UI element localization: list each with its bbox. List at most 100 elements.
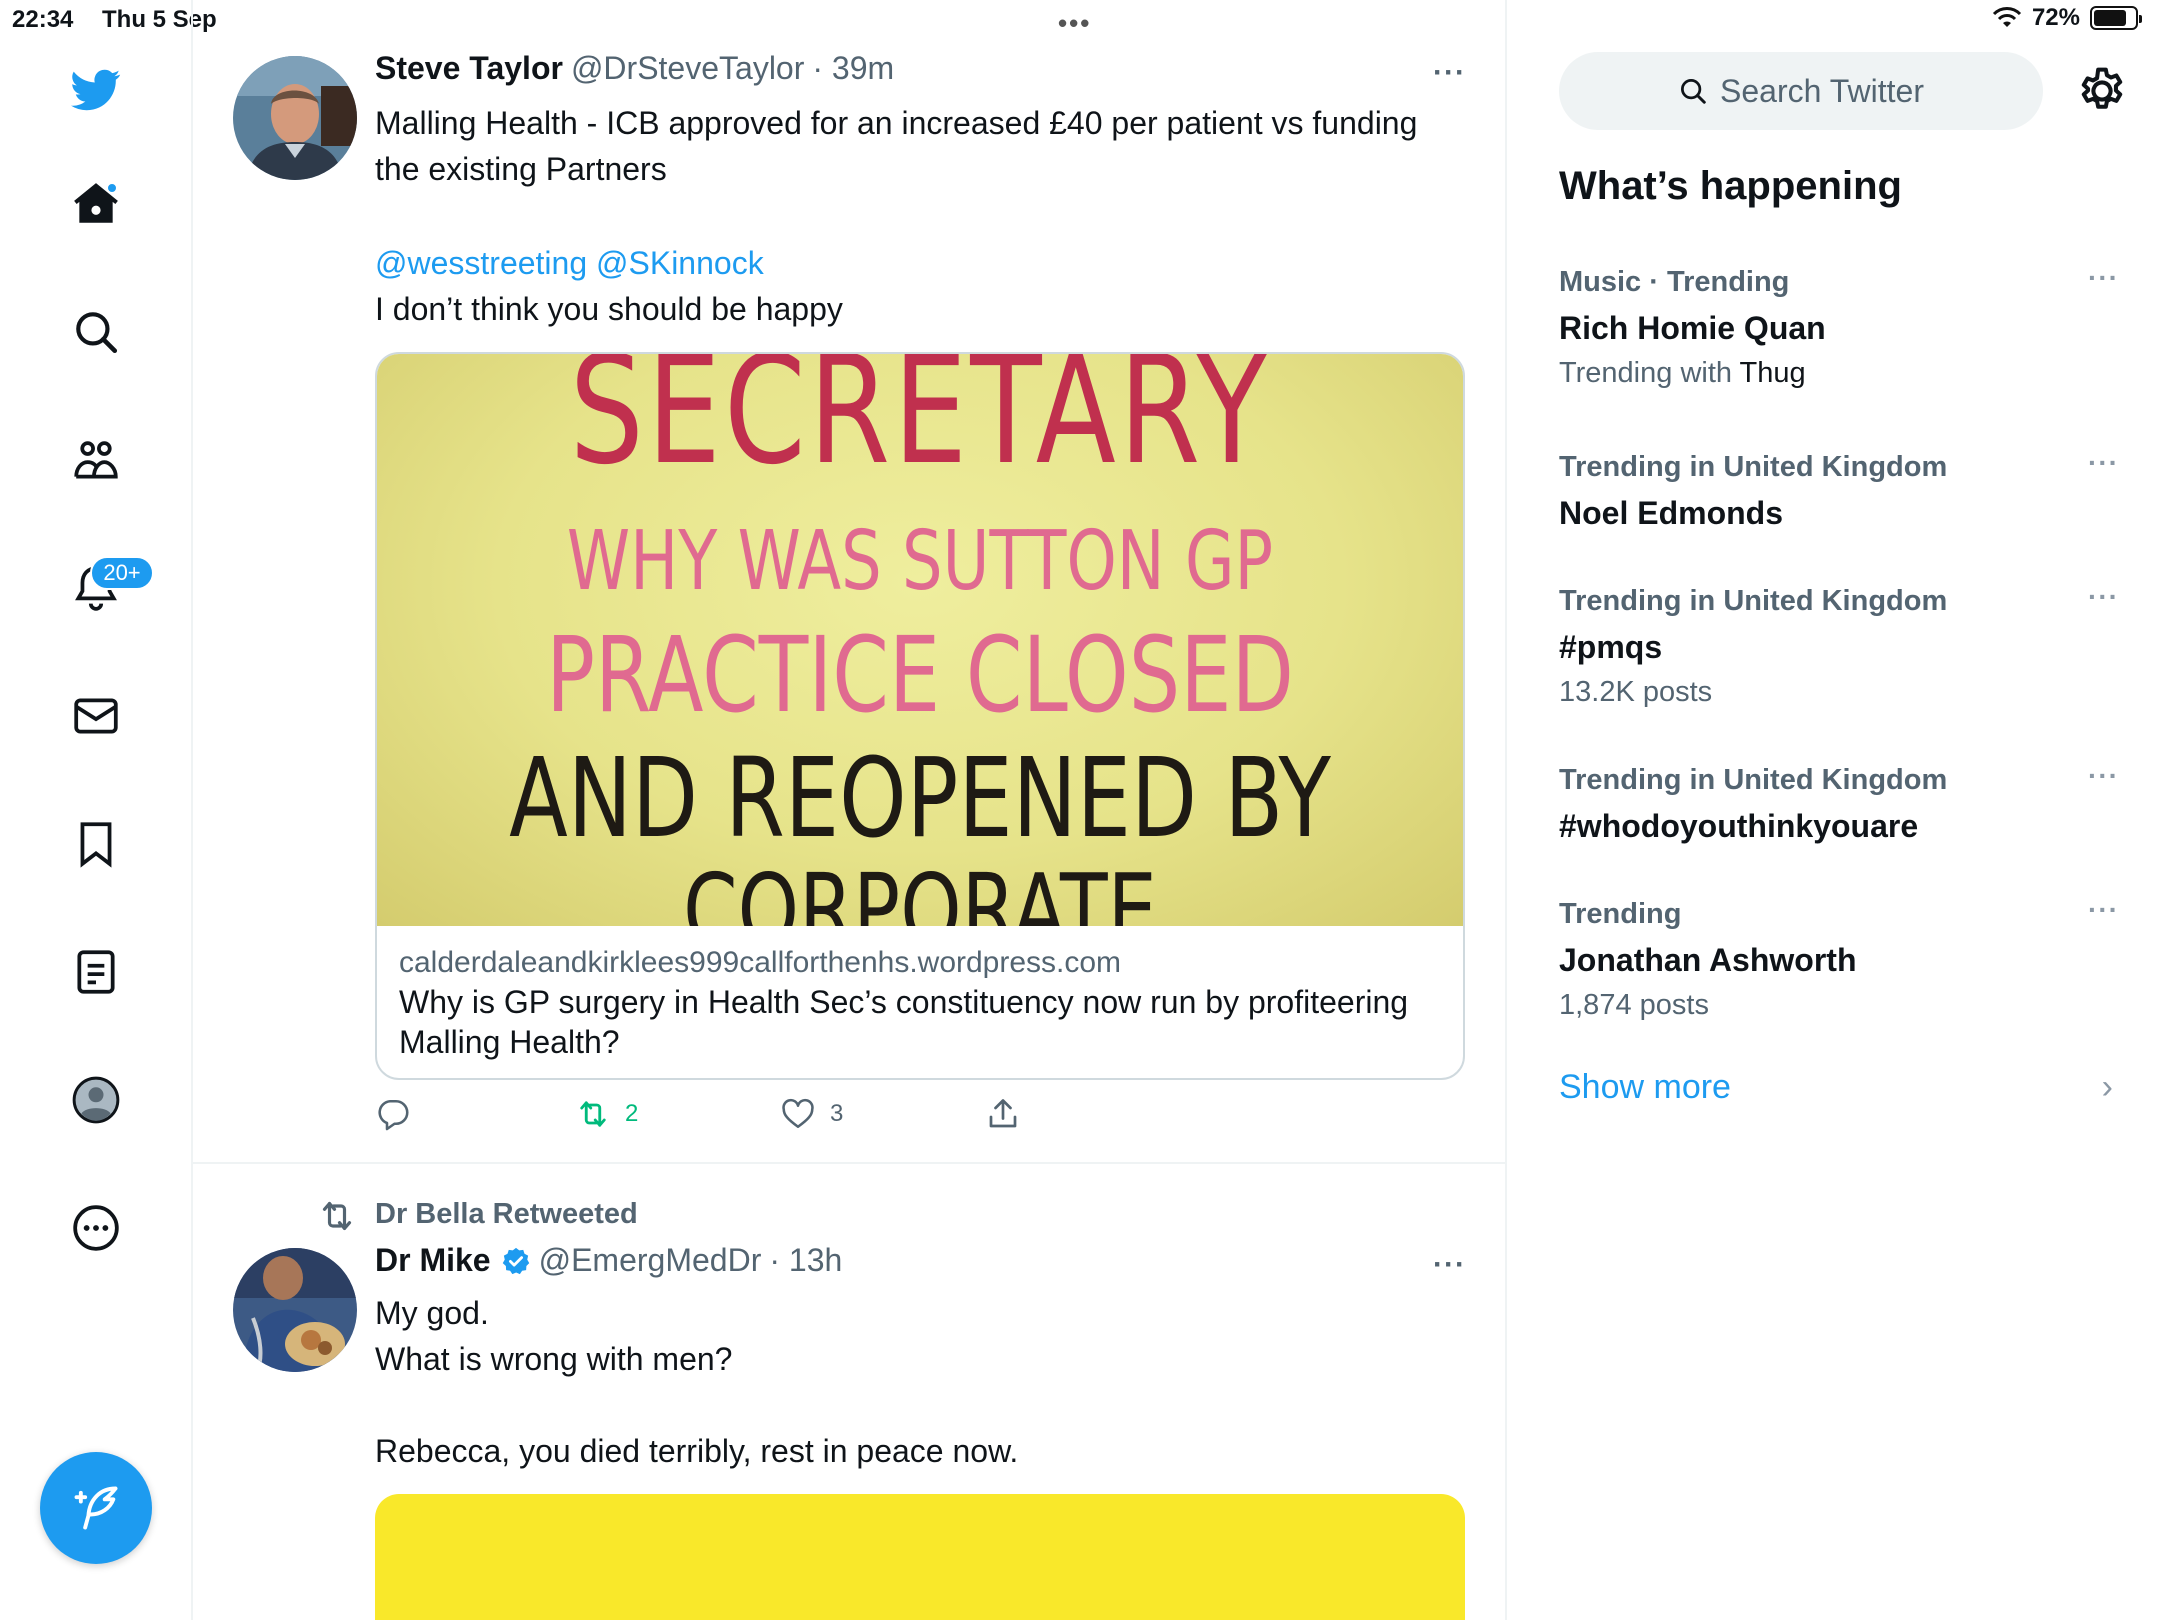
trend-context: Music · Trending	[1559, 266, 1790, 298]
trend-subtext: 13.2K posts	[1559, 676, 1713, 708]
embroidery-text: SECRETARY	[569, 354, 1271, 498]
nav-explore[interactable]	[60, 296, 132, 368]
settings-gear-icon[interactable]	[2075, 64, 2129, 118]
search-icon	[76, 312, 118, 354]
trend-item[interactable]: Trending Jonathan Ashworth 1,874 posts ·…	[1559, 894, 2119, 1024]
compose-tweet-button[interactable]	[40, 1452, 152, 1564]
tweet-mentions: @wesstreeting @SKinnock	[375, 240, 1435, 286]
tweet-actions: 2 3	[375, 1096, 1021, 1132]
author-name[interactable]: Dr Mike	[375, 1242, 491, 1279]
tweet-header: Dr Mike @EmergMedDr · 13h	[375, 1242, 842, 1279]
search-icon	[1681, 79, 1706, 104]
heart-icon	[782, 1098, 814, 1129]
like-button[interactable]: 3	[780, 1096, 985, 1132]
trend-context: Trending in United Kingdom	[1559, 764, 1948, 796]
nav-profile[interactable]	[60, 1064, 132, 1136]
like-count: 3	[830, 1100, 844, 1127]
search-placeholder: Search Twitter	[1720, 72, 1924, 109]
tweet-text-line: My god.	[375, 1295, 489, 1331]
nav-home[interactable]	[60, 168, 132, 240]
trend-more-icon[interactable]: ···	[2088, 262, 2119, 294]
compose-feather-icon	[74, 1486, 118, 1530]
left-nav: 20+	[0, 0, 193, 1620]
profile-avatar-icon	[72, 1076, 120, 1124]
trend-context: Trending in United Kingdom	[1559, 451, 1948, 483]
tweet-text-line: Malling Health - ICB approved for an inc…	[375, 105, 1418, 187]
embroidery-text: CORPORATE	[683, 852, 1157, 926]
trend-item[interactable]: Music · Trending Rich Homie Quan Trendin…	[1559, 262, 2119, 392]
nav-messages[interactable]	[60, 680, 132, 752]
lists-icon	[77, 950, 115, 994]
author-handle[interactable]: @EmergMedDr	[539, 1242, 762, 1279]
nav-communities[interactable]	[60, 424, 132, 496]
nav-notifications[interactable]: 20+	[60, 552, 154, 624]
tweet-time[interactable]: · 39m	[812, 50, 894, 87]
trend-item[interactable]: Trending in United Kingdom #whodoyouthin…	[1559, 760, 2119, 852]
author-handle[interactable]: @DrSteveTaylor	[571, 50, 804, 87]
embroidery-text: WHY WAS SUTTON GP	[566, 514, 1274, 609]
share-icon	[989, 1099, 1017, 1128]
trend-more-icon[interactable]: ···	[2088, 760, 2119, 792]
trend-name: #pmqs	[1559, 629, 1663, 665]
nav-lists[interactable]	[60, 936, 132, 1008]
card-domain: calderdaleandkirklees999callforthenhs.wo…	[399, 946, 1122, 979]
trend-name: Rich Homie Quan	[1559, 310, 1826, 346]
trend-subtext: 1,874 posts	[1559, 989, 1709, 1021]
show-more-label: Show more	[1559, 1068, 1731, 1106]
reply-button[interactable]	[375, 1096, 575, 1132]
tweet-text-line: Rebecca, you died terribly, rest in peac…	[375, 1433, 1019, 1469]
tweet-text-line: I don’t think you should be happy	[375, 291, 843, 327]
trend-subtext-prefix: Trending with	[1559, 357, 1740, 389]
communities-icon	[74, 441, 118, 479]
trend-more-icon[interactable]: ···	[2088, 894, 2119, 926]
tweet-more-icon[interactable]: ···	[1433, 1248, 1466, 1282]
show-more-link[interactable]: Show more ›	[1559, 1068, 2119, 1107]
tweet-media[interactable]	[375, 1494, 1465, 1620]
trend-more-icon[interactable]: ···	[2088, 447, 2119, 479]
share-button[interactable]	[985, 1096, 1021, 1132]
trend-context: Trending	[1559, 898, 1682, 930]
trend-item[interactable]: Trending in United Kingdom #pmqs 13.2K p…	[1559, 581, 2119, 711]
tweet-text: Malling Health - ICB approved for an inc…	[375, 100, 1435, 192]
nav-more[interactable]	[60, 1192, 132, 1264]
author-name[interactable]: Steve Taylor	[375, 50, 563, 87]
avatar[interactable]	[233, 1248, 357, 1372]
notifications-badge: 20+	[90, 556, 154, 590]
search-input[interactable]: Search Twitter	[1559, 52, 2043, 130]
trend-subtext-link[interactable]: Thug	[1740, 357, 1806, 389]
home-unread-dot	[106, 182, 118, 194]
more-circle-icon	[73, 1205, 119, 1251]
reply-icon	[378, 1099, 409, 1131]
tweet-text-line: What is wrong with men?	[375, 1341, 733, 1377]
mention-link[interactable]: @wesstreeting	[375, 245, 587, 281]
retweeted-by-label[interactable]: Dr Bella Retweeted	[375, 1198, 638, 1231]
tweet-time[interactable]: · 13h	[769, 1242, 842, 1279]
mention-link[interactable]: @SKinnock	[596, 245, 764, 281]
trend-context: Trending in United Kingdom	[1559, 585, 1948, 617]
card-meta: calderdaleandkirklees999callforthenhs.wo…	[377, 926, 1463, 1078]
card-title: Why is GP surgery in Health Sec’s consti…	[399, 984, 1409, 1060]
trend-more-icon[interactable]: ···	[2088, 581, 2119, 613]
tweet-more-icon[interactable]: ···	[1433, 56, 1466, 90]
tweet-divider	[193, 1162, 1505, 1164]
nav-bookmarks[interactable]	[60, 808, 132, 880]
mail-icon	[74, 698, 118, 734]
tweet-header: Steve Taylor @DrSteveTaylor · 39m	[375, 50, 894, 87]
trend-name: Jonathan Ashworth	[1559, 942, 1857, 978]
retweet-button[interactable]: 2	[575, 1096, 780, 1132]
right-sidebar: Search Twitter What’s happening Music · …	[1507, 0, 2160, 1620]
trend-name: #whodoyouthinkyouare	[1559, 808, 1919, 844]
trend-name: Noel Edmonds	[1559, 495, 1784, 531]
embroidery-text: AND REOPENED BY	[509, 734, 1331, 862]
verified-badge-icon	[502, 1247, 529, 1274]
embroidery-text: PRACTICE CLOSED	[546, 614, 1294, 736]
avatar[interactable]	[233, 56, 357, 180]
retweeted-icon	[322, 1201, 352, 1231]
link-card[interactable]: SECRETARY WHY WAS SUTTON GP PRACTICE CLO…	[375, 352, 1465, 1080]
twitter-logo-icon[interactable]	[60, 54, 132, 126]
retweet-count: 2	[625, 1100, 639, 1127]
trend-item[interactable]: Trending in United Kingdom Noel Edmonds …	[1559, 447, 2119, 539]
whats-happening-title: What’s happening	[1559, 164, 1902, 208]
chevron-right-icon: ›	[2101, 1068, 2113, 1106]
card-image: SECRETARY WHY WAS SUTTON GP PRACTICE CLO…	[377, 354, 1463, 926]
